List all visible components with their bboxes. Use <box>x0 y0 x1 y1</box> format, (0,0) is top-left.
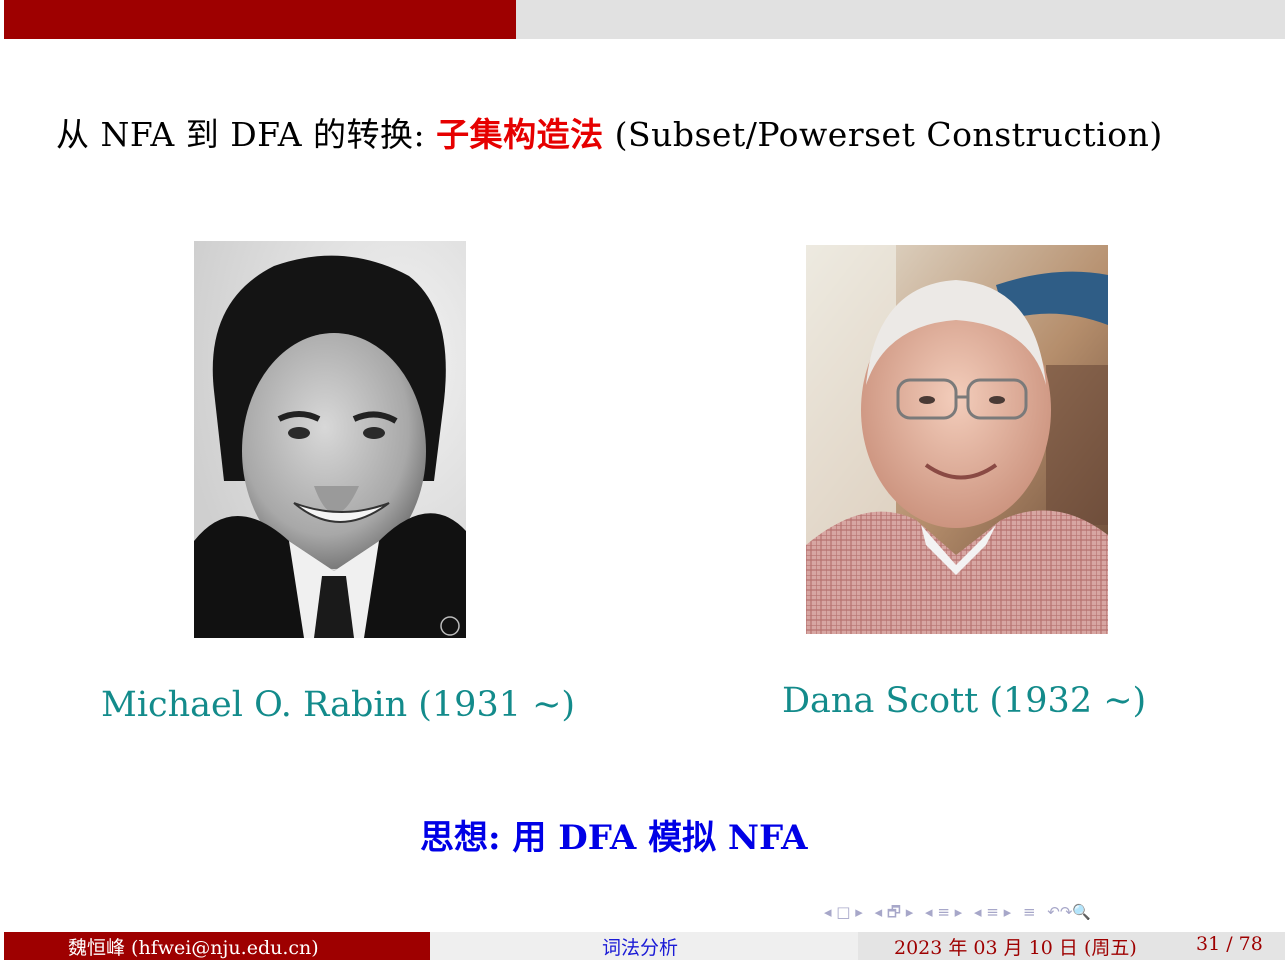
footer-date-box: 2023 年 03 月 10 日 (周五) 31 / 78 <box>858 932 1285 960</box>
progress-bar-fill <box>4 0 517 39</box>
idea-statement: 思想: 用 DFA 模拟 NFA <box>420 818 808 858</box>
subsection-nav-button[interactable]: ◂ 🗗 ▸ <box>875 903 914 921</box>
footer-topic: 词法分析 <box>602 937 679 959</box>
footer-date: 2023 年 03 月 10 日 (周五) <box>894 937 1137 959</box>
section-nav-button[interactable]: ◂ ≡ ▸ <box>925 903 962 921</box>
rabin-caption: Michael O. Rabin (1931 ∼) <box>101 685 576 725</box>
scott-caption: Dana Scott (1932 ∼) <box>782 681 1147 721</box>
title-prefix: 从 NFA 到 DFA 的转换: <box>56 115 437 154</box>
frame-nav-button[interactable]: ◂ □ ▸ <box>824 903 863 921</box>
progress-bar <box>4 0 1285 39</box>
footer: 魏恒峰 (hfwei@nju.edu.cn) 词法分析 2023 年 03 月 … <box>0 932 1285 960</box>
footer-topic-box: 词法分析 <box>430 932 858 960</box>
search-icon[interactable]: ↶↷🔍 <box>1047 903 1091 921</box>
footer-author-box: 魏恒峰 (hfwei@nju.edu.cn) <box>4 932 430 960</box>
page-number: 31 / 78 <box>1196 933 1263 955</box>
scott-photo <box>806 245 1108 634</box>
section-alt-nav-button[interactable]: ◂ ≡ ▸ <box>974 903 1011 921</box>
title-highlight: 子集构造法 <box>436 115 604 154</box>
align-icon[interactable]: ≡ <box>1023 903 1036 921</box>
rabin-photo <box>194 241 466 638</box>
beamer-navigation: ◂ □ ▸ ◂ 🗗 ▸ ◂ ≡ ▸ ◂ ≡ ▸ ≡ ↶↷🔍 <box>824 902 1098 927</box>
slide-title: 从 NFA 到 DFA 的转换: 子集构造法 (Subset/Powerset … <box>56 108 1163 156</box>
footer-author: 魏恒峰 (hfwei@nju.edu.cn) <box>68 937 319 959</box>
title-suffix: (Subset/Powerset Construction) <box>603 115 1163 154</box>
